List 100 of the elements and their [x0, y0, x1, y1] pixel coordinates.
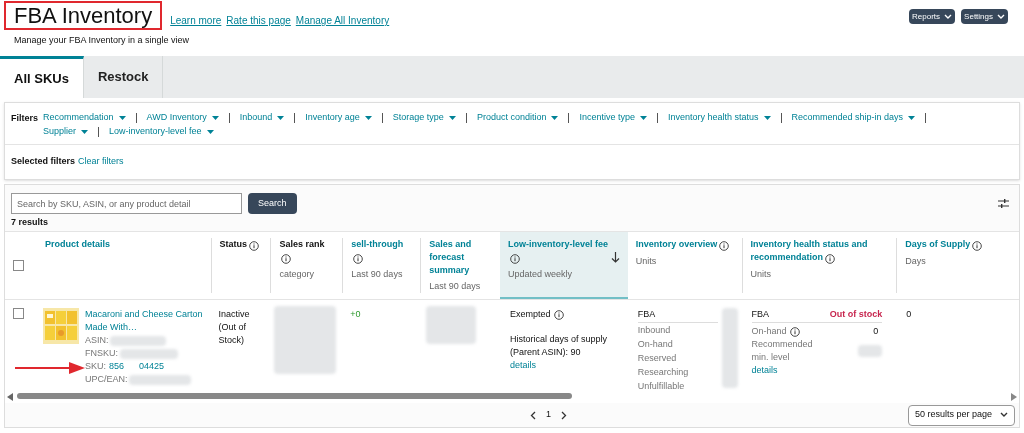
previous-page-button[interactable] [529, 410, 536, 420]
info-icon [789, 326, 800, 337]
health-heading: FBA [751, 308, 770, 321]
column-header[interactable]: sell-through [351, 238, 413, 265]
filter-dropdown[interactable]: Storage type [392, 111, 456, 125]
scroll-right-icon[interactable] [1011, 393, 1017, 401]
sku-value: 856 04425 [108, 360, 164, 373]
redacted-block [129, 374, 192, 385]
sell-through-value: +0 [350, 309, 361, 319]
header-link[interactable]: Rate this page [226, 13, 291, 28]
header-link[interactable]: Learn more [170, 13, 222, 28]
column-header[interactable]: Product details [44, 238, 110, 251]
info-icon [510, 253, 521, 264]
checkbox[interactable] [13, 260, 24, 271]
column-header[interactable]: Inventory health status and recommendation [750, 238, 889, 265]
menu-button[interactable]: Settings [961, 9, 1008, 24]
stock-status: Out of stock [829, 308, 883, 321]
caret-icon [640, 115, 647, 121]
on-hand-value: 0 [873, 325, 880, 338]
product-title-link[interactable]: Macaroni and Cheese Carton Made With… [84, 308, 205, 334]
chevron-down-icon [1000, 412, 1008, 418]
sku-label: SKU: [84, 360, 106, 373]
column-header[interactable]: Sales and forecast summary [429, 238, 493, 277]
column-header[interactable]: Low-inventory-level fee [508, 238, 611, 265]
details-link[interactable]: details [510, 359, 618, 372]
column-subtitle: Last 90 days [429, 280, 482, 293]
asin-label: ASIN: [84, 334, 109, 347]
chevron-down-icon [997, 13, 1005, 20]
caret-icon [908, 115, 916, 121]
column-subtitle: category [279, 268, 315, 281]
column-header[interactable]: Inventory overview [635, 238, 730, 252]
caret-icon [763, 115, 771, 121]
caret-icon [118, 115, 126, 121]
filter-dropdown[interactable]: Inventory age [305, 111, 372, 125]
chevron-down-icon [944, 13, 953, 20]
scroll-left-icon[interactable] [7, 393, 13, 401]
column-subtitle: Last 90 days [351, 268, 404, 281]
redacted-block [858, 345, 883, 357]
caret-icon [277, 115, 285, 121]
info-icon [249, 240, 260, 251]
caret-icon [81, 129, 89, 135]
page-number[interactable]: 1 [545, 408, 551, 422]
column-subtitle: Days [905, 255, 927, 268]
checkbox[interactable] [13, 308, 24, 319]
filter-dropdown[interactable]: Recommended ship-in days [791, 111, 916, 125]
settings-sliders-icon[interactable] [998, 198, 1009, 209]
menu-button[interactable]: Reports [909, 9, 956, 24]
redacted-block [274, 306, 337, 374]
fee-history: Historical days of supply (Parent ASIN): 90 [510, 333, 609, 359]
column-header[interactable]: Days of Supply [905, 238, 983, 252]
overview-label: Inbound [637, 324, 672, 337]
results-count: 7 results [10, 216, 50, 229]
status-text: Inactive (Out of Stock) [218, 309, 250, 345]
info-icon [281, 253, 292, 264]
caret-icon [551, 115, 559, 121]
info-icon [825, 253, 836, 264]
fee-status: Exempted [510, 308, 551, 321]
page-title: FBA Inventory [14, 4, 153, 27]
search-field[interactable]: Search by SKU, ASIN, or any product detail [11, 193, 242, 214]
results-per-page-dropdown[interactable]: 50 results per page [907, 404, 1015, 426]
info-icon [719, 240, 730, 251]
upc-label: UPC/EAN: [84, 373, 128, 386]
selected-filters-label: Selected filters [11, 155, 76, 169]
tab[interactable]: All SKUs [0, 56, 84, 98]
days-of-supply-value: 0 [906, 309, 912, 319]
search-button[interactable]: Search [248, 193, 297, 214]
overview-label: Reserved [637, 352, 678, 365]
info-icon [353, 253, 364, 264]
next-page-button[interactable] [560, 410, 567, 420]
clear-filters-link[interactable]: Clear filters [78, 155, 124, 169]
filter-dropdown[interactable]: Recommendation [43, 111, 126, 125]
info-icon [553, 309, 564, 320]
horizontal-scrollbar[interactable] [17, 393, 572, 399]
redacted-block [110, 335, 167, 346]
overview-heading: FBA [637, 308, 718, 323]
filter-dropdown[interactable]: Inventory health status [668, 111, 771, 125]
column-subtitle: Units [635, 255, 658, 268]
details-link[interactable]: details [751, 364, 883, 377]
header-link[interactable]: Manage All Inventory [295, 13, 390, 28]
redacted-block [119, 348, 178, 359]
filter-dropdown[interactable]: AWD Inventory [146, 111, 219, 125]
info-icon [972, 240, 983, 251]
filter-dropdown[interactable]: Inbound [239, 111, 285, 125]
caret-icon [448, 115, 456, 121]
redacted-block [426, 306, 477, 344]
caret-icon [364, 115, 372, 121]
filter-dropdown[interactable]: Supplier [43, 125, 89, 139]
column-subtitle: Updated weekly [508, 268, 574, 281]
filters-label: Filters [11, 112, 38, 125]
filter-dropdown[interactable]: Incentive type [579, 111, 647, 125]
filter-dropdown[interactable]: Low-inventory-level fee [109, 125, 214, 139]
min-level-label: Recommended min. level [751, 338, 814, 364]
column-subtitle: Units [750, 268, 773, 281]
overview-label: Researching [637, 366, 690, 379]
page-subtitle: Manage your FBA Inventory in a single view [13, 34, 191, 47]
annotation-arrow [15, 362, 85, 374]
filter-dropdown[interactable]: Product condition [476, 111, 559, 125]
sort-descending-icon[interactable] [610, 252, 620, 263]
column-header: Status [219, 238, 260, 252]
column-header: Sales rank [279, 238, 335, 265]
